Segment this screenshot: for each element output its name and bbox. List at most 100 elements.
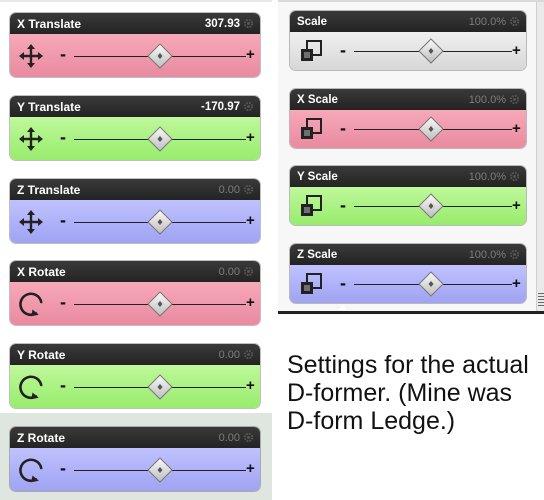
- panel-bottom-bar: [278, 311, 544, 314]
- control-title: Scale: [297, 15, 328, 28]
- slider-knob[interactable]: [418, 193, 444, 219]
- control-scale: Scale 100.0% - +: [290, 11, 526, 70]
- slider-knob[interactable]: [147, 457, 173, 483]
- decrease-button[interactable]: -: [340, 195, 346, 216]
- decrease-button[interactable]: -: [60, 127, 66, 148]
- gear-icon[interactable]: [243, 18, 254, 29]
- control-body: - +: [10, 117, 260, 160]
- control-header: Z Translate 0.00: [10, 179, 260, 200]
- increase-button[interactable]: +: [512, 120, 521, 137]
- control-title: Z Rotate: [17, 430, 65, 445]
- caption-text: Settings for the actual D-former. (Mine …: [287, 351, 529, 435]
- gear-icon[interactable]: [243, 432, 254, 443]
- decrease-button[interactable]: -: [60, 375, 66, 396]
- gear-icon[interactable]: [509, 249, 520, 260]
- increase-button[interactable]: +: [512, 275, 521, 292]
- control-body: - +: [290, 32, 526, 70]
- move-arrows-icon: [19, 127, 43, 151]
- control-y-scale: Y Scale 100.0% - +: [290, 166, 526, 225]
- move-arrows-icon: [19, 210, 43, 234]
- control-value[interactable]: 100.0%: [469, 171, 520, 183]
- control-title: Y Scale: [297, 170, 338, 183]
- control-x-rotate: X Rotate 0.00 - +: [10, 261, 260, 325]
- control-header: Z Rotate 0.00: [10, 427, 260, 448]
- panel-collapse-arrow-icon[interactable]: [339, 304, 347, 310]
- control-title: X Scale: [297, 93, 338, 106]
- gear-icon[interactable]: [509, 171, 520, 182]
- decrease-button[interactable]: -: [340, 118, 346, 139]
- control-value[interactable]: 100.0%: [469, 249, 520, 261]
- rotate-icon: [19, 458, 43, 483]
- increase-button[interactable]: +: [512, 197, 521, 214]
- gear-icon[interactable]: [243, 349, 254, 360]
- control-y-rotate: Y Rotate 0.00 - +: [10, 344, 260, 408]
- gear-icon[interactable]: [243, 184, 254, 195]
- control-value[interactable]: 100.0%: [469, 16, 520, 28]
- control-header: X Scale 100.0%: [290, 89, 526, 110]
- control-value[interactable]: 0.00: [219, 349, 254, 361]
- rotate-icon: [19, 292, 43, 317]
- scale-squares-icon: [301, 118, 322, 139]
- slider-knob[interactable]: [147, 291, 173, 317]
- gear-icon[interactable]: [243, 101, 254, 112]
- control-body: - +: [290, 110, 526, 148]
- increase-button[interactable]: +: [246, 212, 255, 229]
- decrease-button[interactable]: -: [60, 44, 66, 65]
- control-x-scale: X Scale 100.0% - +: [290, 89, 526, 148]
- slider-knob[interactable]: [147, 209, 173, 235]
- decrease-button[interactable]: -: [60, 292, 66, 313]
- control-body: - +: [10, 365, 260, 408]
- control-header: Y Translate -170.97: [10, 96, 260, 117]
- control-value[interactable]: 0.00: [219, 184, 254, 196]
- increase-button[interactable]: +: [246, 460, 255, 477]
- control-body: - +: [10, 448, 260, 491]
- control-title: Y Rotate: [17, 347, 66, 362]
- scrollbar-grip-icon[interactable]: [538, 293, 544, 307]
- control-title: Z Translate: [17, 182, 81, 197]
- increase-button[interactable]: +: [246, 377, 255, 394]
- scale-squares-icon: [301, 195, 322, 216]
- control-value[interactable]: 100.0%: [469, 94, 520, 106]
- decrease-button[interactable]: -: [340, 273, 346, 294]
- slider-knob[interactable]: [147, 43, 173, 69]
- decrease-button[interactable]: -: [60, 458, 66, 479]
- gear-icon[interactable]: [243, 266, 254, 277]
- scale-squares-icon: [301, 273, 322, 294]
- decrease-button[interactable]: -: [340, 40, 346, 61]
- control-title: X Rotate: [17, 264, 66, 279]
- control-body: - +: [10, 34, 260, 77]
- control-value[interactable]: 0.00: [219, 266, 254, 278]
- slider-knob[interactable]: [418, 271, 444, 297]
- control-body: - +: [290, 187, 526, 225]
- control-y-translate: Y Translate -170.97 - +: [10, 96, 260, 160]
- increase-button[interactable]: +: [512, 42, 521, 59]
- control-body: - +: [290, 265, 526, 303]
- control-title: X Translate: [17, 16, 82, 31]
- increase-button[interactable]: +: [246, 129, 255, 146]
- control-x-translate: X Translate 307.93 - +: [10, 13, 260, 77]
- control-value[interactable]: 307.93: [205, 18, 254, 30]
- increase-button[interactable]: +: [246, 46, 255, 63]
- slider-knob[interactable]: [418, 116, 444, 142]
- caption-line: D-form Ledge.): [287, 407, 456, 435]
- slider-knob[interactable]: [418, 38, 444, 64]
- control-body: - +: [10, 282, 260, 325]
- control-body: - +: [10, 200, 260, 243]
- top-divider: [0, 0, 272, 2]
- scale-squares-icon: [301, 40, 322, 61]
- control-z-rotate: Z Rotate 0.00 - +: [10, 427, 260, 491]
- increase-button[interactable]: +: [246, 294, 255, 311]
- control-value[interactable]: 0.00: [219, 432, 254, 444]
- slider-knob[interactable]: [147, 374, 173, 400]
- slider-knob[interactable]: [147, 126, 173, 152]
- decrease-button[interactable]: -: [60, 210, 66, 231]
- control-header: Y Scale 100.0%: [290, 166, 526, 187]
- control-title: Y Translate: [17, 99, 81, 114]
- control-z-translate: Z Translate 0.00 - +: [10, 179, 260, 243]
- control-value[interactable]: -170.97: [201, 101, 254, 113]
- gear-icon[interactable]: [509, 94, 520, 105]
- control-header: Y Rotate 0.00: [10, 344, 260, 365]
- gear-icon[interactable]: [509, 16, 520, 27]
- scrollbar[interactable]: [536, 2, 544, 311]
- control-z-scale: Z Scale 100.0% - +: [290, 244, 526, 303]
